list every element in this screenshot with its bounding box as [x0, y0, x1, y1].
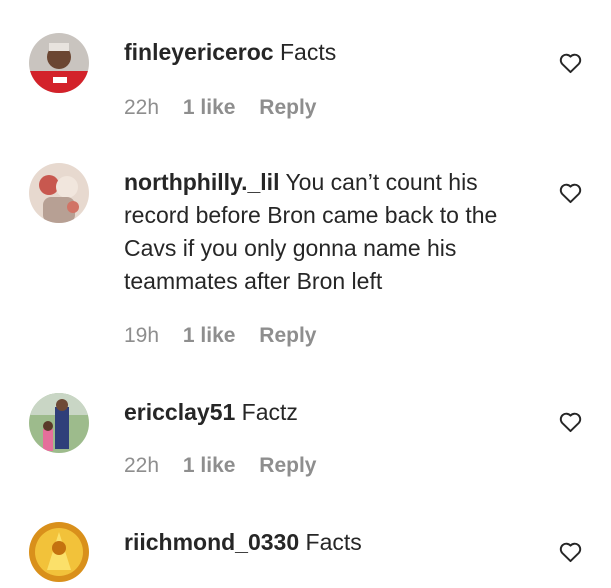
comment-text: Facts: [279, 39, 337, 65]
comment-likes[interactable]: 1 like: [183, 96, 236, 119]
comment-meta: 19h 1 like Reply: [124, 324, 334, 348]
comment-meta: 22h 1 like Reply: [124, 96, 334, 120]
comment-username[interactable]: riichmond_0330: [124, 529, 299, 555]
comment-username[interactable]: northphilly._lil: [124, 169, 279, 195]
avatar[interactable]: [29, 33, 89, 93]
comment-username[interactable]: finleyericeroc: [124, 39, 274, 65]
heart-outline-icon[interactable]: [559, 411, 582, 433]
comment-time: 22h: [124, 454, 160, 477]
reply-button[interactable]: Reply: [259, 324, 316, 347]
comment-meta: 22h 1 like Reply: [124, 454, 334, 478]
avatar[interactable]: [29, 393, 89, 453]
comment-text: Facts: [305, 529, 362, 555]
comment-likes[interactable]: 1 like: [183, 324, 236, 347]
avatar[interactable]: [29, 522, 89, 582]
comment-username[interactable]: ericclay51: [124, 399, 235, 425]
comment-time: 22h: [124, 96, 160, 119]
heart-outline-icon[interactable]: [559, 541, 582, 563]
comment-time: 19h: [124, 324, 160, 347]
comment-likes[interactable]: 1 like: [183, 454, 236, 477]
reply-button[interactable]: Reply: [259, 96, 316, 119]
comment-text: Factz: [241, 399, 298, 425]
heart-outline-icon[interactable]: [559, 52, 582, 74]
avatar[interactable]: [29, 163, 89, 223]
heart-outline-icon[interactable]: [559, 182, 582, 204]
reply-button[interactable]: Reply: [259, 454, 316, 477]
